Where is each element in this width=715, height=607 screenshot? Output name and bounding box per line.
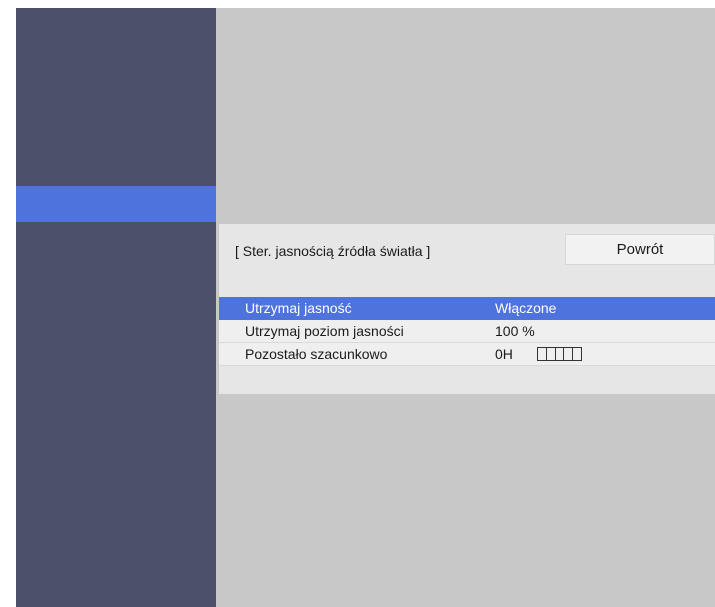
light-source-brightness-submenu: [ Ster. jasnością źródła światła ] Powró… (219, 224, 715, 394)
back-button[interactable]: Powrót (565, 234, 715, 265)
submenu-title: [ Ster. jasnością źródła światła ] (235, 243, 431, 259)
level-bar-segment (556, 348, 565, 360)
row-label: Utrzymaj poziom jasności (245, 323, 404, 339)
level-bar-segment (573, 348, 581, 360)
menu-row-maintain-brightness[interactable]: Utrzymaj jasność Włączone (219, 297, 715, 320)
level-bar-segment (547, 348, 556, 360)
level-bar-segment (538, 348, 547, 360)
row-value: Włączone (495, 300, 557, 316)
row-label: Utrzymaj jasność (245, 300, 352, 316)
row-value: 100 % (495, 323, 535, 339)
remaining-level-bar (537, 347, 582, 361)
row-label: Pozostało szacunkowo (245, 346, 388, 362)
main-menu-sidebar (16, 8, 216, 607)
projector-menu-screen: [ Ster. jasnością źródła światła ] Powró… (16, 8, 715, 607)
sidebar-selected-item[interactable] (16, 186, 216, 222)
menu-row-remaining-estimate: Pozostało szacunkowo 0H (219, 343, 715, 366)
menu-content-area: [ Ster. jasnością źródła światła ] Powró… (216, 8, 715, 607)
menu-row-brightness-level[interactable]: Utrzymaj poziom jasności 100 % (219, 320, 715, 343)
level-bar-segment (564, 348, 574, 360)
row-value: 0H (495, 346, 513, 362)
